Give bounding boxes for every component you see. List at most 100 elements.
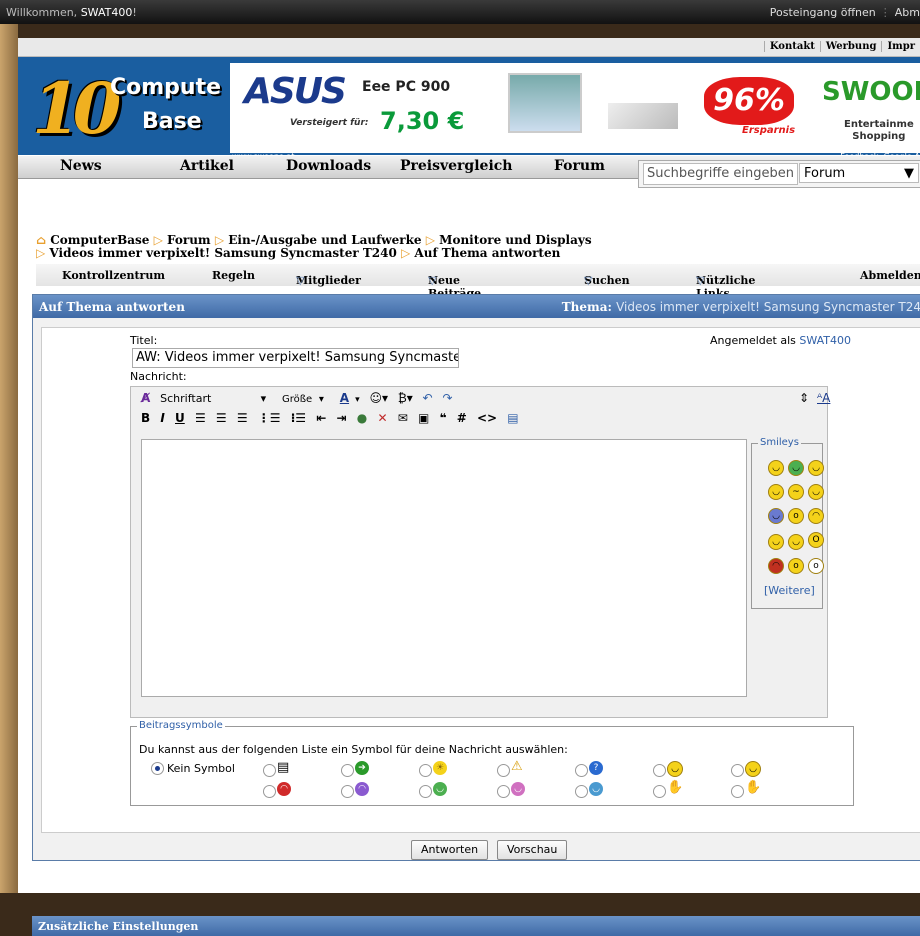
preview-button[interactable]: Vorschau (497, 840, 568, 860)
nav-news[interactable]: News (60, 158, 102, 174)
post-icon-radio[interactable] (497, 785, 510, 798)
resize-icon[interactable]: ⇕ (799, 391, 809, 405)
search-scope-select[interactable]: Forum ▼ (799, 163, 919, 183)
smiley-laugh-icon[interactable]: ◡ (788, 460, 804, 476)
code-icon[interactable]: <> (477, 411, 497, 425)
smiley-smile-icon[interactable]: ◡ (768, 460, 784, 476)
question-icon: ? (589, 761, 603, 775)
post-icon-radio[interactable] (263, 785, 276, 798)
smiley-grin-icon[interactable]: ◡ (808, 484, 824, 500)
crumb-forum[interactable]: Forum (167, 233, 211, 247)
inbox-link[interactable]: Posteingang öffnen (770, 6, 876, 19)
unordered-list-icon[interactable]: ⁝☰ (291, 411, 306, 425)
crumb-thread[interactable]: Videos immer verpixelt! Samsung Syncmast… (49, 246, 396, 260)
email-icon[interactable]: ✉ (398, 411, 408, 425)
more-smileys-link[interactable]: [Weitere] (764, 584, 815, 597)
smiley-glasses-icon[interactable]: ◡ (788, 534, 804, 550)
link-icon[interactable]: ● (357, 411, 367, 425)
logout-link[interactable]: Abm (895, 6, 920, 19)
smiley-shocked-icon[interactable]: O (808, 532, 824, 548)
post-icon-radio[interactable] (653, 764, 666, 777)
welcome-text: Willkommen, SWAT400! (6, 6, 137, 19)
smiley-confused-icon[interactable]: ~ (788, 484, 804, 500)
post-icon-none-label: Kein Symbol (167, 762, 235, 775)
top-links: Kontakt Werbung Impr (18, 38, 920, 57)
post-icon-radio[interactable] (263, 764, 276, 777)
nav-artikel[interactable]: Artikel (180, 158, 234, 174)
html-icon[interactable]: ▤ (507, 411, 518, 425)
crumb-category[interactable]: Ein-/Ausgabe und Laufwerke (228, 233, 421, 247)
smiley-mad-icon[interactable]: ◠ (768, 558, 784, 574)
bold-icon[interactable]: B (141, 411, 150, 425)
align-right-icon[interactable]: ☰ (237, 411, 248, 425)
post-icon-radio[interactable] (731, 764, 744, 777)
angry-icon: ◠ (277, 782, 291, 796)
underline-icon[interactable]: U (175, 411, 185, 425)
contact-link[interactable]: Kontakt (763, 41, 820, 52)
smiley-wink-icon[interactable]: ◡ (808, 460, 824, 476)
post-icon-radio[interactable] (341, 764, 354, 777)
smiley-blank-icon[interactable]: o (808, 558, 824, 574)
unlink-icon[interactable]: ✕ (377, 411, 387, 425)
attachment-icon[interactable]: ₿▾ (398, 391, 413, 405)
subnav-kontrollzentrum[interactable]: Kontrollzentrum (62, 269, 165, 282)
sad-icon: ◠ (355, 782, 369, 796)
title-label: Titel: (130, 334, 158, 347)
outdent-icon[interactable]: ⇤ (316, 411, 326, 425)
font-select[interactable]: Schriftart ▾ (160, 392, 272, 405)
subnav-regeln[interactable]: Regeln (212, 269, 255, 282)
switch-mode-icon[interactable]: ᴬA (817, 391, 830, 405)
crumb-computerbase[interactable]: ComputerBase (50, 233, 149, 247)
remove-format-icon[interactable]: A̸ (141, 391, 150, 405)
post-icon-radio[interactable] (575, 764, 588, 777)
indent-icon[interactable]: ⇥ (337, 411, 347, 425)
smiley-menu-icon[interactable]: ☺▾ (369, 391, 388, 405)
advertisement-banner[interactable]: ASUS Eee PC 900 Versteigert für: 7,30 € … (230, 63, 920, 161)
advertising-link[interactable]: Werbung (819, 41, 882, 52)
nav-forum[interactable]: Forum (554, 158, 605, 174)
welcome-user[interactable]: SWAT400 (81, 6, 133, 19)
image-icon[interactable]: ▣ (418, 411, 429, 425)
dropdown-icon: ▽ (584, 274, 593, 287)
dropdown-icon: ▽ (428, 274, 437, 287)
laugh-icon: ◡ (433, 782, 447, 796)
title-input[interactable]: AW: Videos immer verpixelt! Samsung Sync… (132, 348, 459, 368)
post-icon-radio[interactable] (731, 785, 744, 798)
post-icon-radio[interactable] (341, 785, 354, 798)
nav-preisvergleich[interactable]: Preisvergleich (400, 158, 512, 174)
undo-icon[interactable]: ↶ (423, 391, 433, 405)
smiley-eek-icon[interactable]: o (788, 508, 804, 524)
post-icon-radio[interactable] (575, 785, 588, 798)
italic-icon[interactable]: I (160, 411, 164, 425)
smiley-rolleyes-icon[interactable]: ◡ (768, 508, 784, 524)
align-left-icon[interactable]: ☰ (195, 411, 206, 425)
search-input[interactable]: Suchbegriffe eingeben (643, 163, 798, 185)
page-background (0, 0, 18, 893)
post-icon-radio[interactable] (497, 764, 510, 777)
post-icon-radio[interactable] (419, 785, 432, 798)
redo-icon[interactable]: ↷ (442, 391, 452, 405)
post-icon-radio[interactable] (653, 785, 666, 798)
ordered-list-icon[interactable]: ⋮☰ (258, 411, 281, 425)
nav-downloads[interactable]: Downloads (286, 158, 371, 174)
text-color-icon[interactable]: A (340, 391, 349, 405)
crumb-subforum[interactable]: Monitore und Displays (439, 233, 591, 247)
smiley-cool-icon[interactable]: ◡ (768, 484, 784, 500)
post-icon-none-radio[interactable] (151, 762, 164, 775)
post-icon-radio[interactable] (419, 764, 432, 777)
quote-icon[interactable]: ❝ (439, 411, 446, 425)
subnav-abmelden[interactable]: Abmelden (860, 269, 920, 282)
dropdown-icon: ▽ (296, 274, 305, 287)
size-select[interactable]: Größe ▾ (282, 394, 330, 405)
message-textarea[interactable] (141, 439, 747, 697)
reply-button[interactable]: Antworten (411, 840, 489, 860)
hash-icon[interactable]: # (457, 411, 467, 425)
document-icon: ▤ (277, 760, 290, 775)
logged-in-user[interactable]: SWAT400 (799, 334, 851, 347)
computerbase-logo[interactable]: 10 Compute Base (32, 61, 232, 150)
imprint-link[interactable]: Impr (881, 41, 920, 52)
align-center-icon[interactable]: ☰ (216, 411, 227, 425)
smiley-frown-icon[interactable]: ◠ (808, 508, 824, 524)
smiley-surprised-icon[interactable]: o (788, 558, 804, 574)
smiley-happy-icon[interactable]: ◡ (768, 534, 784, 550)
